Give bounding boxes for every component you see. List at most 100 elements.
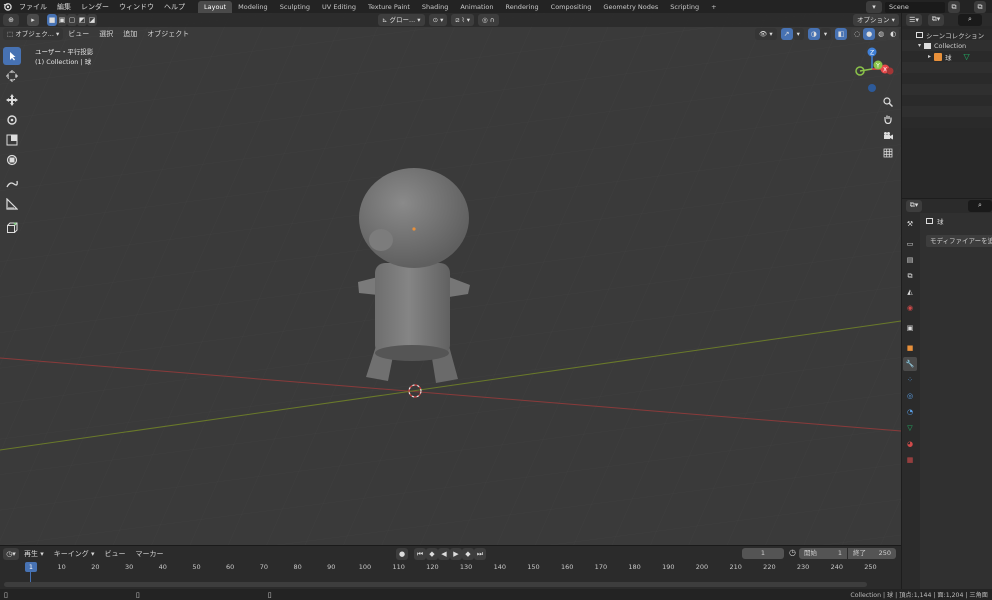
tab-compositing[interactable]: Compositing: [545, 1, 598, 13]
menu-keying[interactable]: キーイング ▾: [49, 549, 100, 559]
tab-rendering[interactable]: Rendering: [499, 1, 544, 13]
tab-animation[interactable]: Animation: [454, 1, 499, 13]
record-icon[interactable]: ●: [396, 548, 408, 560]
jump-start-icon[interactable]: ⏮: [414, 548, 426, 560]
camera-view-icon[interactable]: [881, 129, 895, 143]
add-cube-tool[interactable]: [3, 219, 21, 237]
pivot-point-select[interactable]: ⊙ ▾: [428, 14, 448, 26]
select-extend-icon[interactable]: ▣: [57, 14, 67, 26]
texture-tab-icon[interactable]: ▦: [903, 453, 917, 467]
menu-playback[interactable]: 再生 ▾: [19, 549, 49, 559]
menu-help[interactable]: ヘルプ: [159, 2, 190, 12]
expand-arrow-icon[interactable]: ▸: [928, 53, 931, 60]
transform-tool[interactable]: [3, 151, 21, 169]
tab-modeling[interactable]: Modeling: [232, 1, 274, 13]
measure-tool[interactable]: [3, 195, 21, 213]
tab-layout[interactable]: Layout: [198, 1, 233, 13]
menu-timeline-view[interactable]: ビュー: [100, 549, 131, 559]
menu-edit[interactable]: 編集: [52, 2, 76, 12]
shading-dropdown[interactable]: ▾: [899, 28, 901, 40]
zoom-icon[interactable]: [881, 95, 895, 109]
tool-tab-icon[interactable]: ⚒: [903, 217, 917, 231]
scene-tab-icon[interactable]: ◭: [903, 285, 917, 299]
scene-icon[interactable]: ▾: [866, 1, 882, 13]
overlay-dropdown[interactable]: ▾: [819, 28, 832, 40]
data-tab-icon[interactable]: ▽: [903, 421, 917, 435]
menu-window[interactable]: ウィンドウ: [114, 2, 159, 12]
outliner-search-icon[interactable]: ⌕: [958, 13, 982, 26]
physics-tab-icon[interactable]: ◎: [903, 389, 917, 403]
timeline-scrollbar[interactable]: [4, 582, 867, 587]
annotate-tool[interactable]: [3, 175, 21, 193]
constraints-tab-icon[interactable]: ◔: [903, 405, 917, 419]
modifier-tab-icon[interactable]: 🔧: [903, 357, 917, 371]
mesh-data-icon[interactable]: ▽: [964, 52, 970, 61]
current-frame-field[interactable]: 1: [742, 548, 784, 559]
display-mode-icon[interactable]: ⧉▾: [928, 13, 944, 26]
tab-sculpting[interactable]: Sculpting: [274, 1, 316, 13]
tab-shading[interactable]: Shading: [416, 1, 454, 13]
overlay-toggle[interactable]: ◑: [807, 28, 820, 40]
rendered-shading-icon[interactable]: ◐: [887, 28, 900, 40]
tree-row-object[interactable]: ▸ 球 ▽: [902, 51, 992, 62]
gizmo-neg-z[interactable]: [868, 84, 876, 92]
select-box-icon[interactable]: ▸: [27, 14, 39, 26]
object-tab-icon[interactable]: ■: [903, 341, 917, 355]
jump-end-icon[interactable]: ⏭: [474, 548, 486, 560]
new-scene-icon[interactable]: ⧉: [948, 1, 960, 13]
tab-scripting[interactable]: Scripting: [664, 1, 705, 13]
proportional-edit-toggle[interactable]: ◎ ∩: [478, 14, 499, 26]
options-dropdown[interactable]: オプション ▾: [853, 14, 899, 26]
scene-name-field[interactable]: Scene: [885, 1, 945, 13]
cursor-tool[interactable]: [3, 67, 21, 85]
menu-select[interactable]: 選択: [94, 29, 118, 39]
preview-range-icon[interactable]: ◷: [789, 548, 796, 557]
snap-toggle[interactable]: ⧄ ⌇ ▾: [451, 14, 475, 26]
tree-row-scene-collection[interactable]: シーンコレクション: [902, 29, 992, 40]
add-modifier-button[interactable]: モディファイアーを追加: [926, 235, 992, 247]
xray-toggle[interactable]: ◧: [835, 28, 848, 40]
menu-marker[interactable]: マーカー: [131, 549, 169, 559]
menu-object[interactable]: オブジェクト: [142, 29, 194, 39]
output-tab-icon[interactable]: ▤: [903, 253, 917, 267]
transform-orientation-select[interactable]: ⊾ グロー... ▾: [378, 14, 425, 26]
material-tab-icon[interactable]: ◕: [903, 437, 917, 451]
tab-uv-editing[interactable]: UV Editing: [316, 1, 362, 13]
expand-arrow-icon[interactable]: ▾: [918, 42, 921, 49]
select-intersect-icon[interactable]: ◪: [87, 14, 97, 26]
menu-render[interactable]: レンダー: [76, 2, 114, 12]
next-keyframe-icon[interactable]: ◆: [462, 548, 474, 560]
menu-view[interactable]: ビュー: [63, 29, 94, 39]
wireframe-shading-icon[interactable]: ◌: [851, 28, 864, 40]
move-tool[interactable]: [3, 91, 21, 109]
current-frame-indicator[interactable]: 1: [25, 562, 37, 572]
gizmo-toggle[interactable]: ↗: [780, 28, 793, 40]
select-subtract-icon[interactable]: ▢: [67, 14, 77, 26]
tab-texture-paint[interactable]: Texture Paint: [362, 1, 416, 13]
properties-editor-type-icon[interactable]: ⧉▾: [906, 199, 922, 212]
play-reverse-icon[interactable]: ◀: [438, 548, 450, 560]
add-workspace-button[interactable]: +: [705, 1, 722, 13]
gizmo-neg-x[interactable]: [886, 67, 894, 75]
blender-logo-icon[interactable]: [0, 0, 14, 13]
editor-type-icon[interactable]: ⊕: [3, 14, 19, 26]
pan-hand-icon[interactable]: [881, 112, 895, 126]
collection-tab-icon[interactable]: ▣: [903, 321, 917, 335]
scale-tool[interactable]: [3, 131, 21, 149]
select-new-icon[interactable]: ■: [47, 14, 57, 26]
tab-geometry-nodes[interactable]: Geometry Nodes: [597, 1, 664, 13]
mode-select[interactable]: ⬚ オブジェク... ▾: [3, 28, 64, 40]
menu-add[interactable]: 追加: [118, 29, 142, 39]
select-tool[interactable]: [3, 47, 21, 65]
viewport-area[interactable]: ⊕ ▸ ■ ▣ ▢ ◩ ◪ ⊾ グロー... ▾ ⊙ ▾ ⧄ ⌇ ▾ ◎ ∩ オ…: [0, 13, 901, 545]
end-frame-field[interactable]: 終了 250: [848, 548, 896, 559]
particles-tab-icon[interactable]: ⁘: [903, 373, 917, 387]
frame-ruler[interactable]: 10 20 30 40 50 60 70 80 90 100 110 120 130 140 150 160 1…: [0, 562, 901, 572]
tree-row-collection[interactable]: ▾ Collection: [902, 40, 992, 51]
visibility-dropdown[interactable]: 👁 ▾: [755, 28, 777, 40]
world-tab-icon[interactable]: ◉: [903, 301, 917, 315]
view-layer-icon[interactable]: ⧉: [974, 1, 986, 13]
solid-shading-icon[interactable]: ●: [863, 28, 876, 40]
menu-file[interactable]: ファイル: [14, 2, 52, 12]
timeline-editor-type-icon[interactable]: ◷▾: [3, 547, 19, 560]
